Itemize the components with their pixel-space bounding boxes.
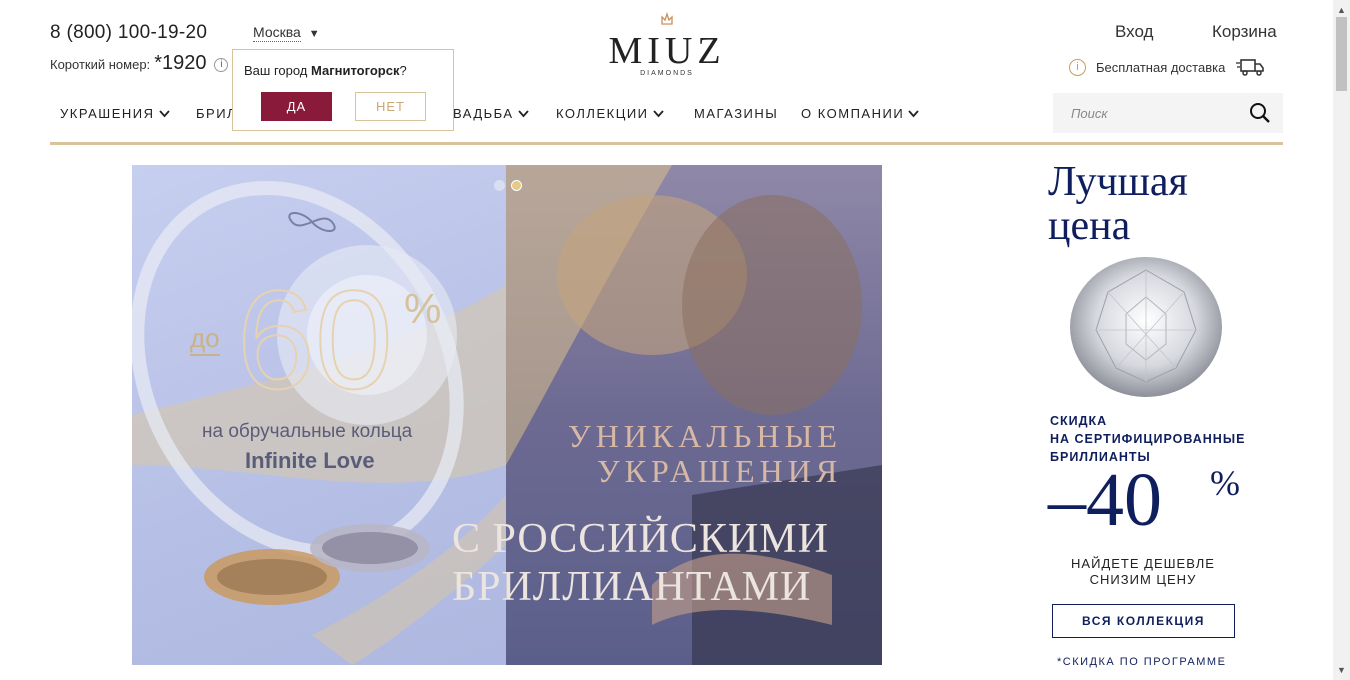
nav-item-label: БРИЛ	[196, 106, 238, 121]
promo-prefix: до	[190, 323, 220, 356]
nav-item-about[interactable]: О КОМПАНИИ	[801, 106, 919, 121]
nav-item-stores[interactable]: МАГАЗИНЫ	[694, 106, 778, 121]
nav-item-label: ВАДЬБА	[453, 106, 514, 121]
short-number-label: Короткий номер:	[50, 57, 151, 72]
search-input[interactable]: Поиск	[1071, 106, 1108, 121]
nav-item-jewelry[interactable]: УКРАШЕНИЯ	[60, 106, 170, 121]
scrollbar-thumb[interactable]	[1336, 17, 1347, 91]
hero-banner[interactable]: до 60 % на обручальные кольца Infinite L…	[132, 165, 882, 665]
city-confirm-popup: Ваш город Магнитогорск? ДА НЕТ	[232, 49, 454, 131]
side-promo-title: Лучшая цена	[1048, 160, 1188, 248]
nav-item-wedding[interactable]: ВАДЬБА	[453, 106, 529, 121]
side-discount-value: –40	[1048, 458, 1162, 542]
banner-headline-2: УКРАШЕНИЯ	[597, 453, 843, 489]
nav-item-diamonds[interactable]: БРИЛ	[196, 106, 237, 121]
short-number-value[interactable]: *1920	[154, 52, 206, 75]
slider-dot[interactable]	[494, 180, 505, 191]
promo-line1: на обручальные кольца	[202, 421, 413, 442]
chevron-down-icon: ▼	[308, 28, 320, 40]
logo-brand: MIUZ	[608, 30, 726, 72]
city-question-prefix: Ваш город	[244, 63, 311, 78]
header-divider	[50, 142, 1283, 145]
site-logo[interactable]: MIUZ DIAMONDS	[605, 11, 729, 77]
nav-item-label: МАГАЗИНЫ	[694, 106, 779, 121]
city-selector[interactable]: Москва ▼	[253, 24, 320, 42]
short-number: Короткий номер: *1920 i	[50, 52, 229, 75]
banner-headline-3: С РОССИЙСКИМИ	[452, 516, 829, 562]
phone-number[interactable]: 8 (800) 100-19-20	[50, 22, 207, 44]
side-discount-sign: %	[1210, 463, 1240, 503]
chevron-down-icon	[158, 109, 170, 117]
side-footnote[interactable]: *СКИДКА ПО ПРОГРАММЕ	[1057, 656, 1226, 668]
slider-dot-active[interactable]	[511, 180, 522, 191]
city-question-city: Магнитогорск	[311, 63, 400, 78]
city-no-button[interactable]: НЕТ	[355, 92, 426, 121]
side-cheaper-text: НАЙДЕТЕ ДЕШЕВЛЕ СНИЗИМ ЦЕНУ	[1050, 556, 1236, 588]
promo-line2: Infinite Love	[245, 448, 375, 473]
banner-headline-1: УНИКАЛЬНЫЕ	[568, 418, 842, 454]
info-icon[interactable]: i	[1069, 58, 1086, 76]
city-question: Ваш город Магнитогорск?	[244, 63, 407, 78]
free-delivery[interactable]: i Бесплатная доставка	[1069, 57, 1265, 77]
side-title-line1: Лучшая	[1048, 159, 1188, 205]
banner-headline-4: БРИЛЛИАНТАМИ	[452, 564, 812, 610]
nav-item-label: КОЛЛЕКЦИИ	[556, 106, 649, 121]
nav-item-label: УКРАШЕНИЯ	[60, 106, 155, 121]
city-yes-button[interactable]: ДА	[261, 92, 332, 121]
cart-link[interactable]: Корзина	[1212, 22, 1277, 42]
search-icon[interactable]	[1249, 102, 1271, 124]
side-cheaper-line1: НАЙДЕТЕ ДЕШЕВЛЕ	[1071, 556, 1215, 571]
chevron-down-icon	[517, 109, 529, 117]
slider-dots	[494, 180, 522, 191]
crown-icon	[605, 11, 729, 30]
city-question-suffix: ?	[399, 63, 407, 78]
login-link[interactable]: Вход	[1115, 22, 1153, 42]
all-collection-button[interactable]: ВСЯ КОЛЛЕКЦИЯ	[1052, 604, 1235, 638]
chevron-down-icon	[652, 109, 664, 117]
scroll-up-icon[interactable]: ▲	[1337, 5, 1346, 15]
scroll-down-icon[interactable]: ▼	[1337, 665, 1346, 675]
nav-item-collections[interactable]: КОЛЛЕКЦИИ	[556, 106, 664, 121]
promo-value: 60	[236, 261, 394, 418]
promo-sign: %	[404, 285, 442, 332]
side-sub-line2: НА СЕРТИФИЦИРОВАННЫЕ	[1050, 432, 1246, 446]
side-title-line2: цена	[1048, 203, 1131, 249]
search-box[interactable]: Поиск	[1053, 93, 1283, 133]
diamond-image	[1070, 257, 1222, 397]
nav-item-label: О КОМПАНИИ	[801, 106, 905, 121]
info-icon[interactable]: i	[214, 58, 229, 72]
page-scrollbar[interactable]: ▲ ▼	[1333, 0, 1350, 680]
delivery-label: Бесплатная доставка	[1096, 59, 1226, 75]
side-cheaper-line2: СНИЗИМ ЦЕНУ	[1089, 572, 1197, 587]
city-name[interactable]: Москва	[253, 24, 301, 42]
side-sub-line1: СКИДКА	[1050, 414, 1108, 428]
truck-icon	[1236, 59, 1265, 76]
chevron-down-icon	[908, 109, 919, 117]
